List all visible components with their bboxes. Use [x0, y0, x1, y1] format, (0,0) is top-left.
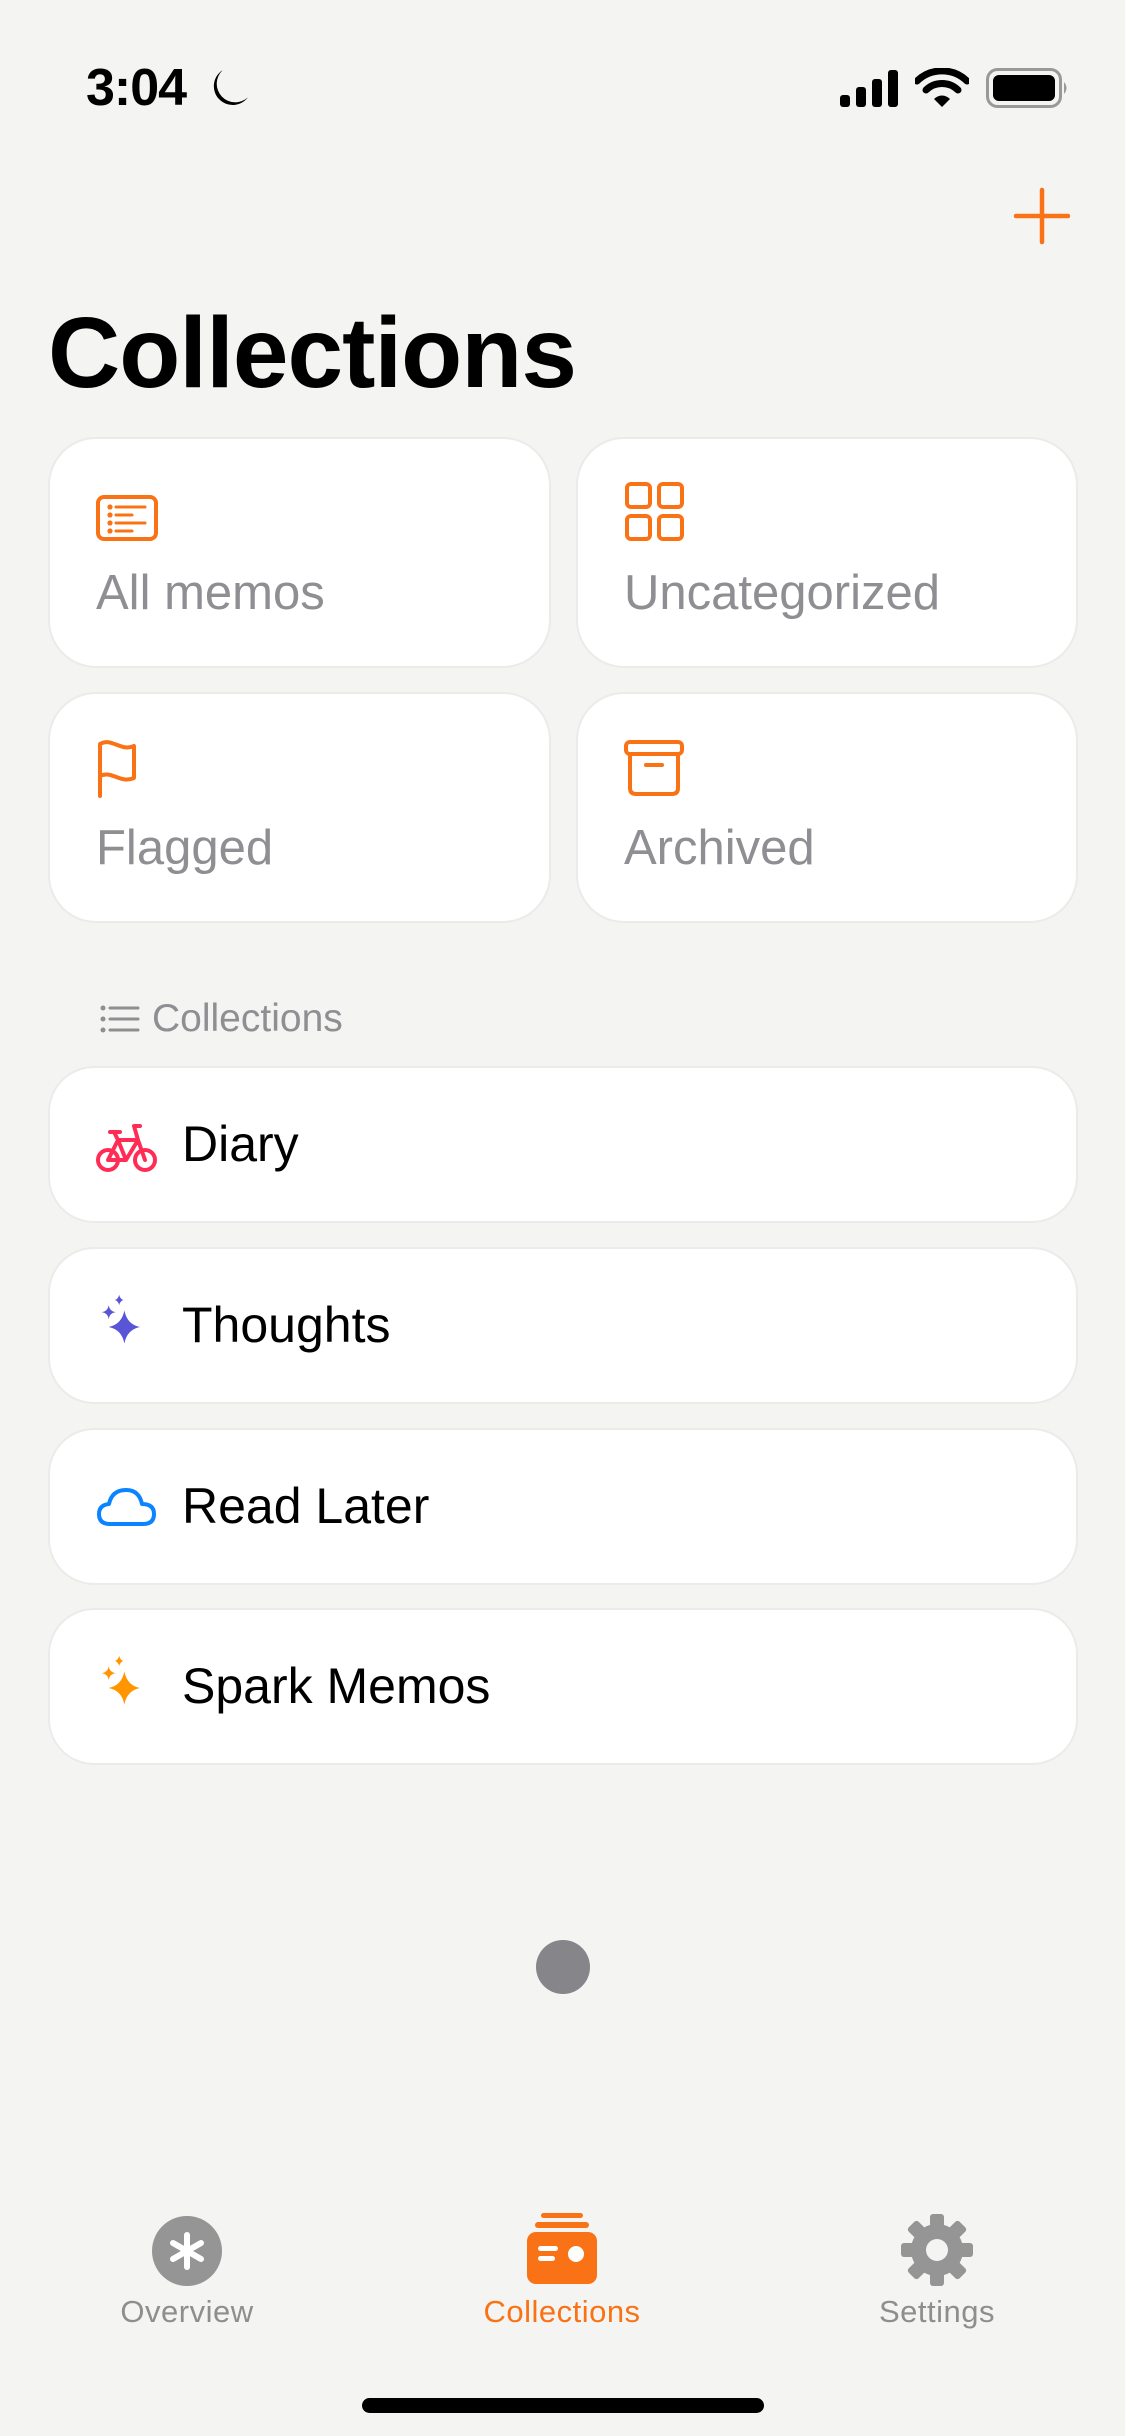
wifi-icon — [915, 68, 969, 107]
collection-label: Thoughts — [182, 1297, 391, 1353]
sparkles-icon — [101, 1294, 141, 1344]
tab-overview[interactable]: Overview — [57, 2196, 317, 2336]
flagged-label: Flagged — [96, 821, 274, 875]
collection-row-thoughts[interactable]: Thoughts — [48, 1247, 1078, 1404]
tab-settings[interactable]: Settings — [807, 2196, 1067, 2336]
battery-full-icon — [986, 68, 1067, 108]
sparkles-icon — [101, 1655, 141, 1705]
cellular-signal-icon — [840, 70, 898, 107]
gear-icon — [901, 2214, 973, 2286]
uncategorized-card[interactable]: Uncategorized — [576, 437, 1078, 668]
list-card-icon — [96, 495, 158, 541]
tab-collections[interactable]: Collections — [432, 2196, 692, 2336]
tab-label: Overview — [120, 2294, 254, 2329]
all-memos-label: All memos — [96, 566, 325, 620]
collection-row-diary[interactable]: Diary — [48, 1066, 1078, 1223]
cloud-icon — [97, 1488, 156, 1526]
status-time: 3:04 — [86, 59, 187, 117]
tab-label: Collections — [483, 2294, 641, 2329]
moon-icon — [213, 70, 248, 106]
archive-box-icon — [624, 740, 684, 796]
uncategorized-label: Uncategorized — [624, 566, 940, 620]
home-indicator — [362, 2398, 764, 2413]
flag-icon — [98, 740, 136, 798]
page-title: Collections — [48, 297, 577, 409]
archived-card[interactable]: Archived — [576, 692, 1078, 923]
collection-label: Diary — [182, 1116, 299, 1172]
collection-row-spark-memos[interactable]: Spark Memos — [48, 1608, 1078, 1765]
tab-label: Settings — [878, 2294, 995, 2329]
bicycle-icon — [96, 1124, 157, 1172]
all-memos-card[interactable]: All memos — [48, 437, 551, 668]
assistive-touch-dot[interactable] — [536, 1940, 590, 1994]
section-label: Collections — [152, 997, 343, 1040]
section-header: Collections — [100, 994, 343, 1044]
card-stack-icon — [527, 2213, 597, 2284]
archived-label: Archived — [624, 821, 815, 875]
collection-label: Read Later — [182, 1478, 430, 1534]
add-collection-button[interactable] — [1010, 184, 1074, 248]
list-bullet-icon — [100, 1005, 140, 1033]
grid-icon — [625, 482, 684, 541]
collection-label: Spark Memos — [182, 1658, 491, 1714]
flagged-card[interactable]: Flagged — [48, 692, 551, 923]
plus-icon — [1013, 187, 1071, 245]
asterisk-circle-icon — [152, 2216, 222, 2286]
collection-row-read-later[interactable]: Read Later — [48, 1428, 1078, 1585]
